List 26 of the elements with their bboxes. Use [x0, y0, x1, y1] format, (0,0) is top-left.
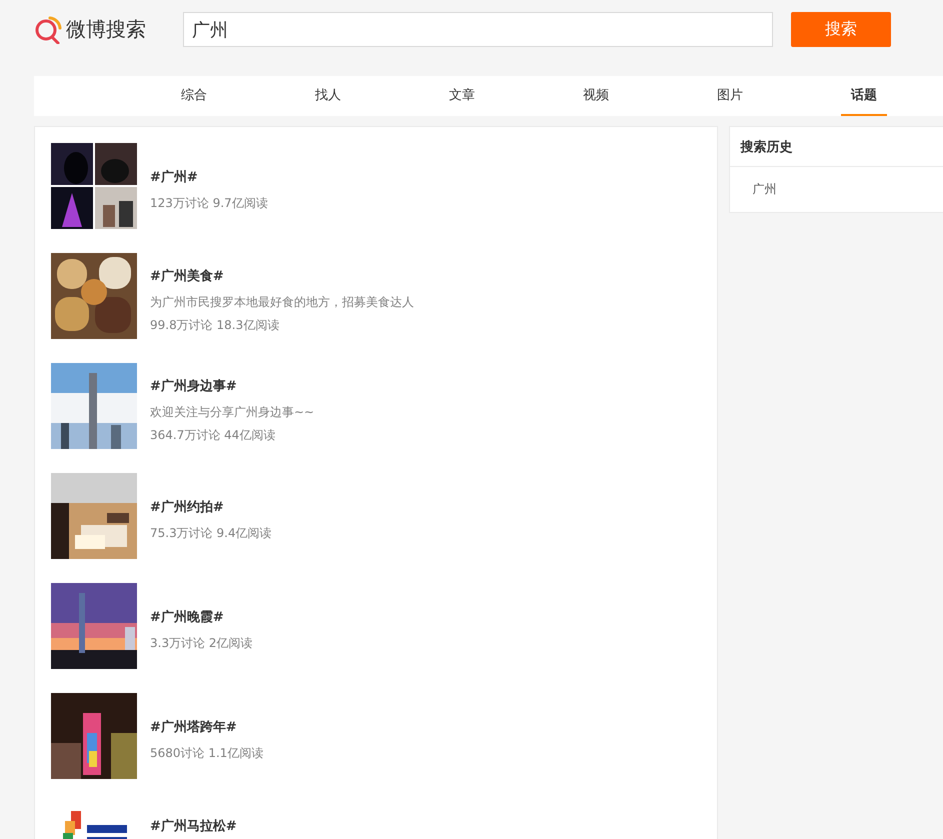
- topic-title[interactable]: #广州#: [150, 168, 268, 186]
- topic-title[interactable]: #广州身边事#: [150, 377, 314, 395]
- topic-title[interactable]: #广州约拍#: [150, 498, 272, 516]
- topic-stats: 123万讨论 9.7亿阅读: [150, 195, 268, 212]
- topic-stats: 5680讨论 1.1亿阅读: [150, 745, 264, 762]
- topic-title[interactable]: #广州晚霞#: [150, 608, 253, 626]
- topic-stats: 99.8万讨论 18.3亿阅读: [150, 317, 280, 334]
- topic-stats: 364.7万讨论 44亿阅读: [150, 427, 276, 444]
- topic-stats: 75.3万讨论 9.4亿阅读: [150, 525, 272, 542]
- tab[interactable]: 话题: [841, 76, 887, 116]
- topic-title[interactable]: #广州塔跨年#: [150, 718, 264, 736]
- history-title: 搜索历史: [740, 138, 792, 156]
- topic-description: 欢迎关注与分享广州身边事~~: [150, 404, 314, 421]
- tab[interactable]: 综合: [171, 76, 217, 116]
- logo-text: 微博搜索: [66, 16, 146, 43]
- tab[interactable]: 文章: [439, 76, 485, 116]
- history-item[interactable]: 广州: [752, 181, 776, 198]
- tab[interactable]: 图片: [707, 76, 753, 116]
- topic-description: 为广州市民搜罗本地最好食的地方，招募美食达人: [150, 294, 414, 311]
- search-field[interactable]: 广州: [183, 12, 773, 47]
- tab[interactable]: 找人: [305, 76, 351, 116]
- tab[interactable]: 视频: [573, 76, 619, 116]
- topic-title[interactable]: #广州马拉松#: [150, 817, 237, 835]
- topic-stats: 3.3万讨论 2亿阅读: [150, 635, 253, 652]
- topic-title[interactable]: #广州美食#: [150, 267, 414, 285]
- search-logo-icon: [34, 16, 62, 44]
